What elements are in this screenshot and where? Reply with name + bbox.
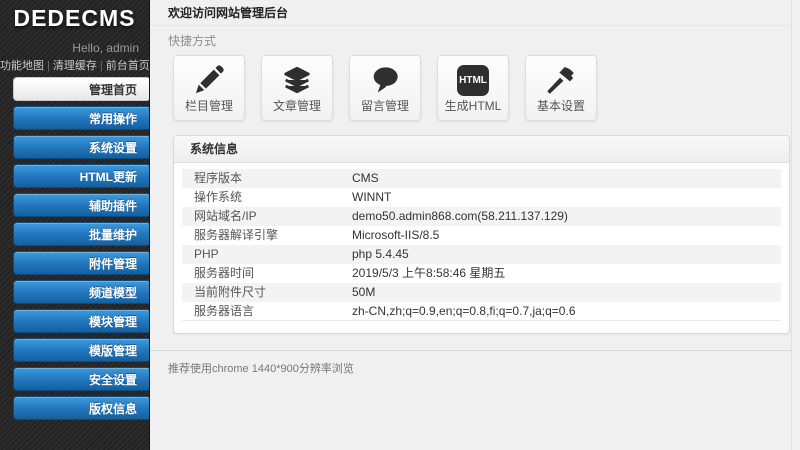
info-value: demo50.admin868.com(58.211.137.129) (352, 209, 568, 223)
card-basic-settings[interactable]: 基本设置 (525, 55, 597, 121)
info-label: 服务器时间 (194, 266, 255, 280)
sidebar-item-batch-maintain[interactable]: 批量维护 (13, 222, 149, 246)
app-logo: DEDECMS (13, 5, 136, 31)
card-label: 文章管理 (272, 99, 321, 113)
sidebar-item-attachment-mgmt[interactable]: 附件管理 (13, 251, 149, 275)
info-label: 程序版本 (194, 171, 243, 185)
info-label: 网站域名/IP (194, 209, 257, 223)
sidebar-menu: 管理首页 常用操作 系统设置 HTML更新 辅助插件 批量维护 附件管理 频道模… (0, 77, 149, 420)
info-value: php 5.4.45 (352, 247, 409, 261)
sidebar-item-template-mgmt[interactable]: 模版管理 (13, 338, 149, 362)
info-value: 50M (352, 285, 376, 299)
info-label: 服务器语言 (194, 304, 255, 318)
sidebar: DEDECMS Hello, admin 功能地图清理缓存前台首页退出 管理首页… (0, 0, 181, 450)
system-info-panel: 系统信息 程序版本 CMS 操作系统 WINNT 网站域名/IP demo50.… (173, 135, 790, 334)
sidebar-item-system-settings[interactable]: 系统设置 (13, 135, 149, 159)
info-value: zh-CN,zh;q=0.9,en;q=0.8,fi;q=0.7,ja;q=0.… (352, 304, 576, 318)
card-label: 生成HTML (444, 99, 502, 113)
system-info-table: 程序版本 CMS 操作系统 WINNT 网站域名/IP demo50.admin… (174, 163, 789, 333)
info-label: PHP (194, 247, 219, 261)
sidebar-item-aux-plugins[interactable]: 辅助插件 (13, 193, 149, 217)
card-label: 基本设置 (536, 99, 585, 113)
info-row-domain-ip: 网站域名/IP demo50.admin868.com(58.211.137.1… (182, 207, 781, 226)
system-info-title: 系统信息 (174, 136, 789, 163)
shortcuts-title: 快捷方式 (168, 34, 217, 48)
sidebar-item-common-ops[interactable]: 常用操作 (13, 106, 149, 130)
sidebar-item-module-mgmt[interactable]: 模块管理 (13, 309, 149, 333)
shortcut-cards: 栏目管理 文章管理 留言管理 HTML 生成HTML 基本设置 (173, 55, 791, 121)
main-content: 欢迎访问网站管理后台 快捷方式 栏目管理 文章管理 留言管理 HTML 生成HT… (150, 0, 792, 450)
card-message-mgmt[interactable]: 留言管理 (349, 55, 421, 121)
sidebar-item-copyright-info[interactable]: 版权信息 (13, 396, 149, 420)
pencil-icon (192, 63, 226, 97)
info-label: 当前附件尺寸 (194, 285, 267, 299)
info-row-os: 操作系统 WINNT (182, 188, 781, 207)
info-row-server-time: 服务器时间 2019/5/3 上午8:58:46 星期五 (182, 264, 781, 283)
card-label: 留言管理 (360, 99, 409, 113)
html-badge-text: HTML (457, 64, 489, 96)
info-row-attachment-size: 当前附件尺寸 50M (182, 283, 781, 302)
sidebar-item-security-settings[interactable]: 安全设置 (13, 367, 149, 391)
info-row-program-version: 程序版本 CMS (182, 169, 781, 188)
card-article-mgmt[interactable]: 文章管理 (261, 55, 333, 121)
info-value: WINNT (352, 190, 392, 204)
card-column-mgmt[interactable]: 栏目管理 (173, 55, 245, 121)
comment-icon (368, 63, 402, 97)
info-value: Microsoft-IIS/8.5 (352, 228, 440, 242)
sidebar-top-links: 功能地图清理缓存前台首页退出 (0, 57, 181, 73)
info-label: 服务器解译引擎 (194, 228, 279, 242)
info-row-php: PHP php 5.4.45 (182, 245, 781, 264)
card-label: 栏目管理 (184, 99, 233, 113)
info-row-server-engine: 服务器解译引擎 Microsoft-IIS/8.5 (182, 226, 781, 245)
info-value: 2019/5/3 上午8:58:46 星期五 (352, 266, 506, 280)
info-value: CMS (352, 171, 379, 185)
html-badge-icon: HTML (456, 63, 490, 97)
info-row-server-language: 服务器语言 zh-CN,zh;q=0.9,en;q=0.8,fi;q=0.7,j… (182, 302, 781, 321)
documents-icon (280, 63, 314, 97)
link-clear-cache[interactable]: 清理缓存 (53, 57, 106, 73)
sidebar-item-html-update[interactable]: HTML更新 (13, 164, 149, 188)
sidebar-item-admin-home[interactable]: 管理首页 (13, 77, 149, 101)
sidebar-item-channel-model[interactable]: 频道模型 (13, 280, 149, 304)
info-label: 操作系统 (194, 190, 243, 204)
link-function-map[interactable]: 功能地图 (0, 57, 53, 73)
footer-note: 推荐使用chrome 1440*900分辨率浏览 (168, 363, 354, 375)
page-title: 欢迎访问网站管理后台 (150, 0, 791, 26)
card-generate-html[interactable]: HTML 生成HTML (437, 55, 509, 121)
hammer-icon (544, 63, 578, 97)
user-greeting: Hello, admin (72, 41, 139, 55)
